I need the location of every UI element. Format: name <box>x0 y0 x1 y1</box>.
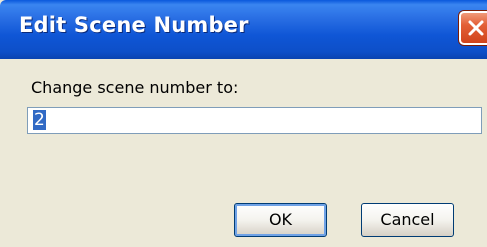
close-button[interactable] <box>459 11 487 45</box>
scene-number-label: Change scene number to: <box>31 78 239 97</box>
title-bar[interactable]: Edit Scene Number <box>0 0 487 59</box>
close-icon <box>468 20 484 36</box>
dialog-body: Change scene number to: 2 OK Cancel <box>0 59 487 247</box>
cancel-button[interactable]: Cancel <box>361 203 454 237</box>
ok-button[interactable]: OK <box>234 203 327 237</box>
scene-number-input[interactable]: 2 <box>27 107 482 134</box>
window-title: Edit Scene Number <box>19 13 249 37</box>
scene-number-value: 2 <box>33 110 46 130</box>
